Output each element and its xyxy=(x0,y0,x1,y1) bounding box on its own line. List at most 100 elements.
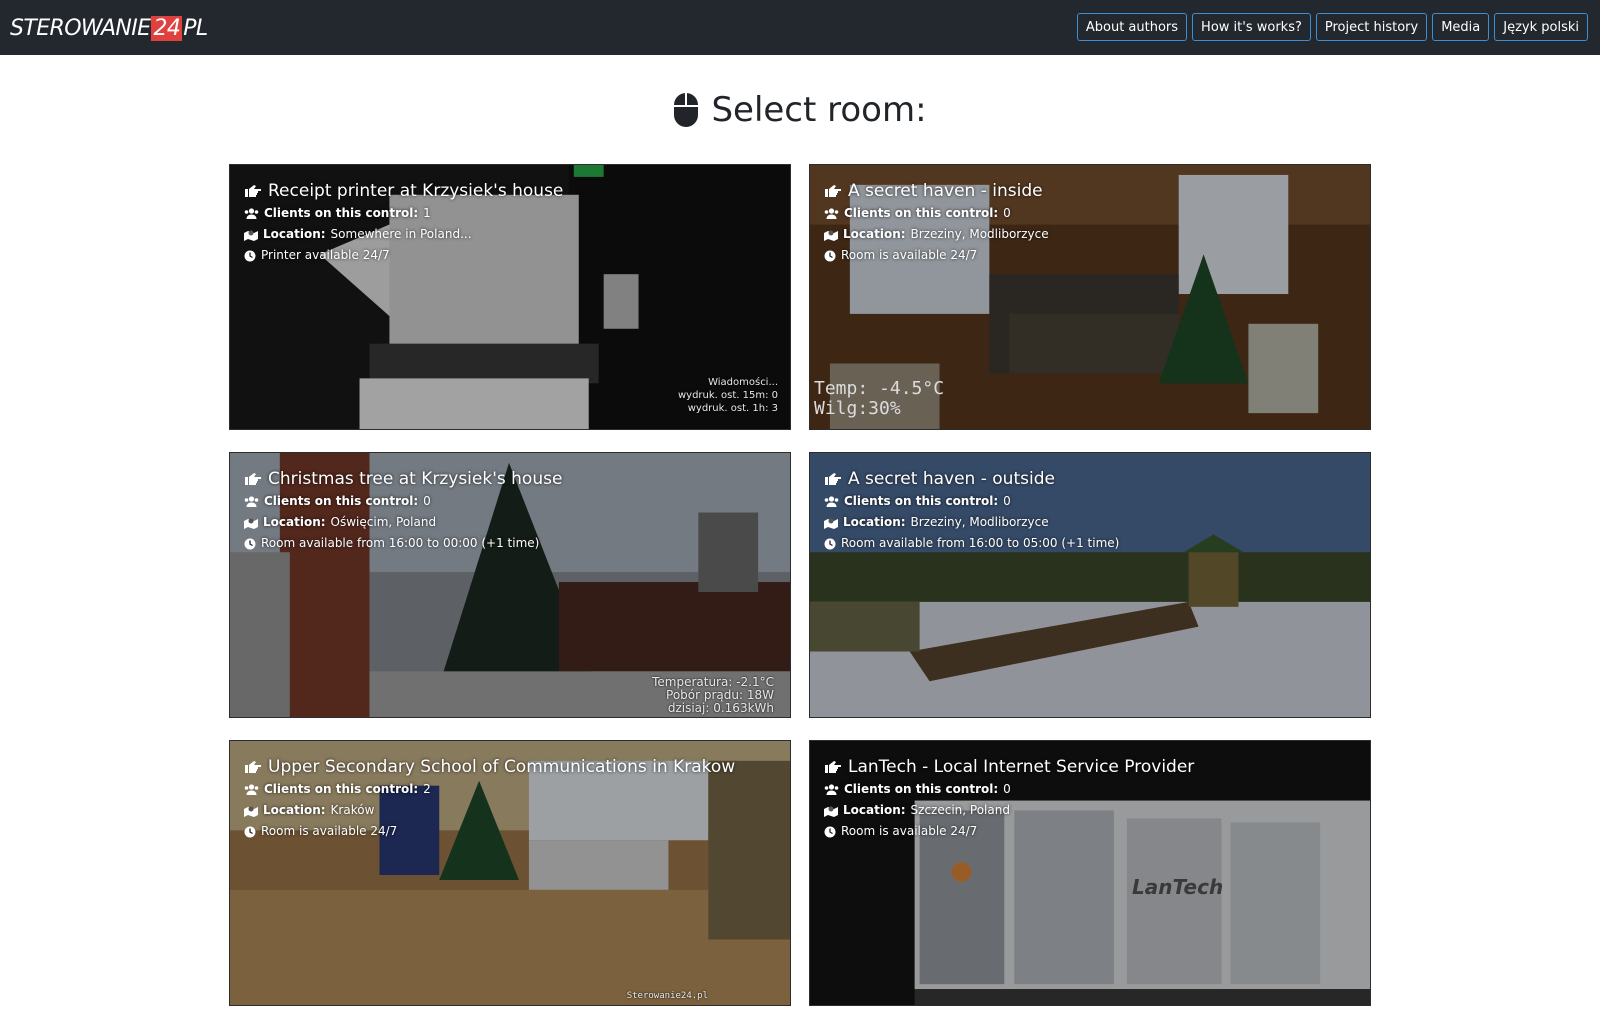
clients-count: 1 xyxy=(423,206,431,220)
availability-text: Printer available 24/7 xyxy=(261,248,390,262)
room-info: Receipt printer at Krzysiek's house Clie… xyxy=(244,179,563,266)
room-card[interactable]: Wiadomości... wydruk. ost. 15m: 0 wydruk… xyxy=(229,164,791,430)
room-title-text: Upper Secondary School of Communications… xyxy=(268,757,736,777)
room-info: A secret haven - outside Clients on this… xyxy=(824,467,1119,554)
room-clients: Clients on this control: 0 xyxy=(824,491,1119,512)
room-grid: Wiadomości... wydruk. ost. 15m: 0 wydruk… xyxy=(229,164,1371,1006)
availability-text: Room is available 24/7 xyxy=(261,824,398,838)
room-clients: Clients on this control: 2 xyxy=(244,779,735,800)
availability-text: Room available from 16:00 to 05:00 (+1 t… xyxy=(841,536,1120,550)
map-marker-icon xyxy=(244,229,258,241)
nav-media-button[interactable]: Media xyxy=(1432,13,1490,41)
overlay-line: Temp: -4.5°C xyxy=(814,378,945,399)
room-availability: Room is available 24/7 xyxy=(824,245,1049,266)
location-value: Brzeziny, Modliborzyce xyxy=(910,515,1049,529)
map-marker-icon xyxy=(244,805,258,817)
room-location: Location: Kraków xyxy=(244,800,735,821)
hand-pointer-icon xyxy=(244,472,262,486)
camera-overlay: LanTech xyxy=(1132,875,1224,899)
clock-icon xyxy=(244,250,256,262)
brand-logo[interactable]: STEROWANIE 24 PL xyxy=(10,14,208,44)
users-icon xyxy=(824,784,839,795)
room-info: Upper Secondary School of Communications… xyxy=(244,755,735,842)
room-title-text: A secret haven - outside xyxy=(848,469,1055,489)
location-value: Brzeziny, Modliborzyce xyxy=(910,227,1049,241)
room-card[interactable]: Temp: -4.5°C Wilg:30% A secret haven - i… xyxy=(809,164,1371,430)
room-title: Upper Secondary School of Communications… xyxy=(244,755,735,779)
room-title-text: A secret haven - inside xyxy=(848,181,1043,201)
room-title: Receipt printer at Krzysiek's house xyxy=(244,179,563,203)
room-info: Christmas tree at Krzysiek's house Clien… xyxy=(244,467,562,554)
map-marker-icon xyxy=(244,517,258,529)
users-icon xyxy=(244,784,259,795)
clients-label: Clients on this control: xyxy=(844,494,999,508)
overlay-line: Wiadomości... xyxy=(708,377,778,388)
camera-overlay: Sterowanie24.pl xyxy=(627,990,708,1003)
users-icon xyxy=(824,208,839,219)
room-location: Location: Szczecin, Poland xyxy=(824,800,1194,821)
brand-text-left: STEROWANIE xyxy=(10,16,151,41)
map-marker-icon xyxy=(824,229,838,241)
brand-text-number: 24 xyxy=(151,16,183,41)
clients-count: 2 xyxy=(423,782,431,796)
page-title: Select room: xyxy=(0,90,1600,130)
users-icon xyxy=(824,496,839,507)
room-clients: Clients on this control: 1 xyxy=(244,203,563,224)
clock-icon xyxy=(824,538,836,550)
clients-count: 0 xyxy=(1003,494,1011,508)
clients-label: Clients on this control: xyxy=(844,206,999,220)
room-availability: Room is available 24/7 xyxy=(244,821,735,842)
map-marker-icon xyxy=(824,805,838,817)
hand-pointer-icon xyxy=(824,760,842,774)
location-label: Location: xyxy=(263,803,326,817)
nav-language-button[interactable]: Język polski xyxy=(1494,13,1588,41)
camera-overlay: Temp: -4.5°C Wilg:30% xyxy=(814,379,944,419)
room-info: LanTech - Local Internet Service Provide… xyxy=(824,755,1194,842)
room-title: A secret haven - outside xyxy=(824,467,1119,491)
overlay-line: wydruk. ost. 15m: 0 xyxy=(677,390,778,401)
room-info: A secret haven - inside Clients on this … xyxy=(824,179,1049,266)
nav-about-authors-button[interactable]: About authors xyxy=(1076,13,1188,41)
clock-icon xyxy=(824,826,836,838)
room-title: A secret haven - inside xyxy=(824,179,1049,203)
users-icon xyxy=(244,208,259,219)
room-card[interactable]: A secret haven - outside Clients on this… xyxy=(809,452,1371,718)
brand-text-right: PL xyxy=(183,16,208,41)
location-label: Location: xyxy=(843,803,906,817)
room-location: Location: Brzeziny, Modliborzyce xyxy=(824,512,1119,533)
room-availability: Room is available 24/7 xyxy=(824,821,1194,842)
availability-text: Room is available 24/7 xyxy=(841,248,978,262)
clients-count: 0 xyxy=(1003,206,1011,220)
availability-text: Room is available 24/7 xyxy=(841,824,978,838)
room-card[interactable]: LanTech LanTech - Local Internet Service… xyxy=(809,740,1371,1006)
location-value: Szczecin, Poland xyxy=(910,803,1010,817)
room-title: LanTech - Local Internet Service Provide… xyxy=(824,755,1194,779)
clients-count: 0 xyxy=(1003,782,1011,796)
overlay-line: LanTech xyxy=(1132,875,1224,899)
page-title-text: Select room: xyxy=(711,90,927,130)
room-location: Location: Brzeziny, Modliborzyce xyxy=(824,224,1049,245)
room-title-text: Receipt printer at Krzysiek's house xyxy=(268,181,564,201)
room-location: Location: Oświęcim, Poland xyxy=(244,512,562,533)
overlay-line: Sterowanie24.pl xyxy=(626,991,708,1001)
room-title: Christmas tree at Krzysiek's house xyxy=(244,467,562,491)
room-card[interactable]: Temperatura: -2.1°C Pobór prądu: 18W dzi… xyxy=(229,452,791,718)
nav-links: About authors How it's works? Project hi… xyxy=(1076,13,1588,41)
room-clients: Clients on this control: 0 xyxy=(244,491,562,512)
hand-pointer-icon xyxy=(244,760,262,774)
clock-icon xyxy=(824,250,836,262)
location-label: Location: xyxy=(843,227,906,241)
users-icon xyxy=(244,496,259,507)
availability-text: Room available from 16:00 to 00:00 (+1 t… xyxy=(261,536,540,550)
nav-how-it-works-button[interactable]: How it's works? xyxy=(1192,13,1311,41)
overlay-line: wydruk. ost. 1h: 3 xyxy=(687,403,778,414)
hand-pointer-icon xyxy=(244,184,262,198)
clock-icon xyxy=(244,538,256,550)
clients-label: Clients on this control: xyxy=(264,782,419,796)
nav-project-history-button[interactable]: Project history xyxy=(1315,13,1428,41)
camera-overlay: Temperatura: -2.1°C Pobór prądu: 18W dzi… xyxy=(652,676,774,715)
room-availability: Room available from 16:00 to 05:00 (+1 t… xyxy=(824,533,1119,554)
room-title-text: Christmas tree at Krzysiek's house xyxy=(268,469,563,489)
room-clients: Clients on this control: 0 xyxy=(824,203,1049,224)
room-card[interactable]: Sterowanie24.pl Upper Secondary School o… xyxy=(229,740,791,1006)
